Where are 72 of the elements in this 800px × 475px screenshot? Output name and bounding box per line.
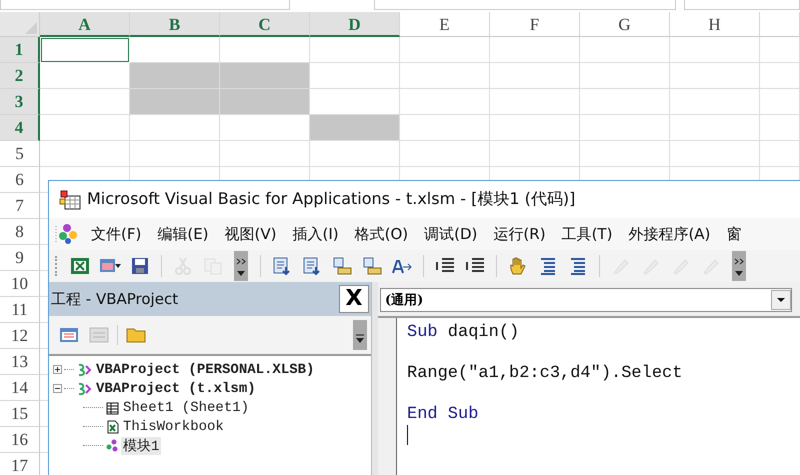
object-dropdown[interactable]: (通用) (380, 288, 792, 312)
name-box[interactable] (0, 0, 290, 10)
menu-item[interactable]: 工具(T) (554, 224, 620, 244)
menu-item[interactable]: 插入(I) (284, 224, 347, 244)
column-header[interactable]: B (130, 12, 220, 37)
tree-item[interactable]: ThisWorkbook (121, 418, 226, 434)
text-cursor (407, 425, 408, 445)
column-header[interactable]: D (310, 12, 400, 37)
workbook-icon (105, 420, 119, 434)
row-header[interactable]: 13 (0, 349, 40, 375)
column-header[interactable]: G (580, 12, 670, 37)
row-header[interactable]: 9 (0, 245, 40, 271)
menu-item[interactable]: 视图(V) (216, 224, 284, 244)
row-header[interactable]: 10 (0, 271, 40, 297)
row-header[interactable]: 11 (0, 297, 40, 323)
tree-item[interactable]: VBAProject (PERSONAL.XLSB) (94, 362, 316, 378)
project-icon (76, 362, 92, 376)
toolbar-overflow-icon[interactable] (234, 251, 248, 281)
menu-item[interactable]: 窗 (718, 224, 750, 244)
column-header[interactable] (760, 12, 800, 37)
toolbar-overflow-icon[interactable] (353, 320, 367, 350)
info-icon[interactable] (331, 256, 353, 276)
spreadsheet-cell[interactable] (41, 38, 129, 62)
row-header[interactable]: 7 (0, 193, 40, 219)
row-header[interactable]: 1 (0, 37, 40, 63)
row-header[interactable]: 17 (0, 453, 40, 475)
row-header[interactable]: 8 (0, 219, 40, 245)
view-code-icon[interactable] (57, 325, 81, 345)
menu-item[interactable]: 外接程序(A) (620, 224, 718, 244)
code-line: Range("a1,b2:c3,d4").Select (407, 364, 682, 383)
row-header[interactable]: 2 (0, 63, 40, 89)
tree-item[interactable]: 模块1 (121, 436, 162, 454)
expander-icon[interactable] (53, 384, 62, 393)
row-header[interactable]: 12 (0, 323, 40, 349)
select-all-corner[interactable] (0, 12, 40, 37)
menu-item[interactable]: 编辑(E) (149, 224, 217, 244)
close-button[interactable]: X (339, 285, 369, 313)
menu-item[interactable]: 运行(R) (485, 224, 554, 244)
code-line: Sub daqin() (407, 323, 520, 342)
formula-field[interactable] (374, 0, 676, 10)
column-header[interactable]: C (220, 12, 310, 37)
row-header[interactable]: 4 (0, 115, 40, 141)
excel-icon[interactable] (69, 256, 91, 276)
column-header[interactable]: A (40, 12, 130, 37)
param-icon[interactable] (361, 256, 383, 276)
row-header[interactable]: 14 (0, 375, 40, 401)
row-header[interactable]: 15 (0, 401, 40, 427)
menu-item[interactable]: 文件(F) (83, 224, 150, 244)
column-header[interactable]: H (670, 12, 760, 37)
save-icon[interactable] (129, 256, 151, 276)
menu-item[interactable]: 调试(D) (416, 224, 486, 244)
tree-item[interactable]: Sheet1 (Sheet1) (121, 400, 252, 416)
row-header[interactable]: 3 (0, 89, 40, 115)
column-header[interactable]: F (490, 12, 580, 37)
code-line: End Sub (407, 405, 478, 424)
dropdown-caret-icon[interactable] (771, 290, 791, 310)
project-icon (76, 382, 92, 396)
sheet-icon (105, 400, 119, 414)
formula-field[interactable] (684, 0, 800, 10)
toolbar-overflow-icon[interactable] (732, 251, 746, 281)
panel-title: 工程 - VBAProject (51, 290, 178, 308)
tree-item[interactable]: VBAProject (t.xlsm) (94, 380, 258, 396)
app-icon (59, 188, 81, 210)
column-header[interactable]: E (400, 12, 490, 37)
module-icon (105, 438, 119, 452)
window-title: Microsoft Visual Basic for Applications - t.xlsm - [模块1 (代码)] (87, 189, 576, 210)
row-header[interactable]: 6 (0, 167, 40, 193)
expander-icon[interactable] (53, 365, 62, 374)
row-header[interactable]: 5 (0, 141, 40, 167)
menu-item[interactable]: 格式(O) (346, 224, 416, 244)
row-header[interactable]: 16 (0, 427, 40, 453)
view-object-icon[interactable] (87, 325, 111, 345)
